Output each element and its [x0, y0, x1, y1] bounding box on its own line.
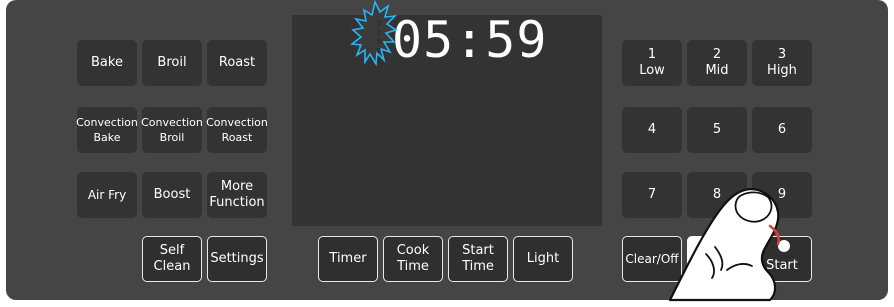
keypad-9[interactable]: 9 — [752, 172, 812, 218]
clear-off-button[interactable]: Clear/Off — [622, 236, 682, 282]
timer-indicator: T I M E R — [376, 20, 382, 64]
clock-readout: 05:59 — [392, 11, 548, 69]
air-fry-button[interactable]: Air Fry — [77, 172, 137, 218]
keypad-6[interactable]: 6 — [752, 107, 812, 153]
timer-button[interactable]: Timer — [318, 236, 378, 282]
roast-button[interactable]: Roast — [207, 40, 267, 86]
broil-button[interactable]: Broil — [142, 40, 202, 86]
keypad-3-high[interactable]: 3 High — [752, 40, 812, 86]
convection-broil-button[interactable]: Convection Broil — [141, 107, 203, 153]
cook-time-button[interactable]: Cook Time — [383, 236, 443, 282]
start-button[interactable]: Start — [752, 236, 812, 282]
start-time-button[interactable]: Start Time — [448, 236, 508, 282]
keypad-0[interactable]: 0 — [687, 236, 747, 282]
boost-button[interactable]: Boost — [142, 172, 202, 218]
bake-button[interactable]: Bake — [77, 40, 137, 86]
keypad-1-low[interactable]: 1 Low — [622, 40, 682, 86]
convection-roast-button[interactable]: Convection Roast — [206, 107, 268, 153]
keypad-5[interactable]: 5 — [687, 107, 747, 153]
settings-button[interactable]: Settings — [207, 236, 267, 282]
convection-bake-button[interactable]: Convection Bake — [76, 107, 138, 153]
keypad-8[interactable]: 8 — [687, 172, 747, 218]
keypad-4[interactable]: 4 — [622, 107, 682, 153]
self-clean-button[interactable]: Self Clean — [142, 236, 202, 282]
light-button[interactable]: Light — [513, 236, 573, 282]
more-function-button[interactable]: More Function — [207, 172, 267, 218]
keypad-2-mid[interactable]: 2 Mid — [687, 40, 747, 86]
keypad-7[interactable]: 7 — [622, 172, 682, 218]
